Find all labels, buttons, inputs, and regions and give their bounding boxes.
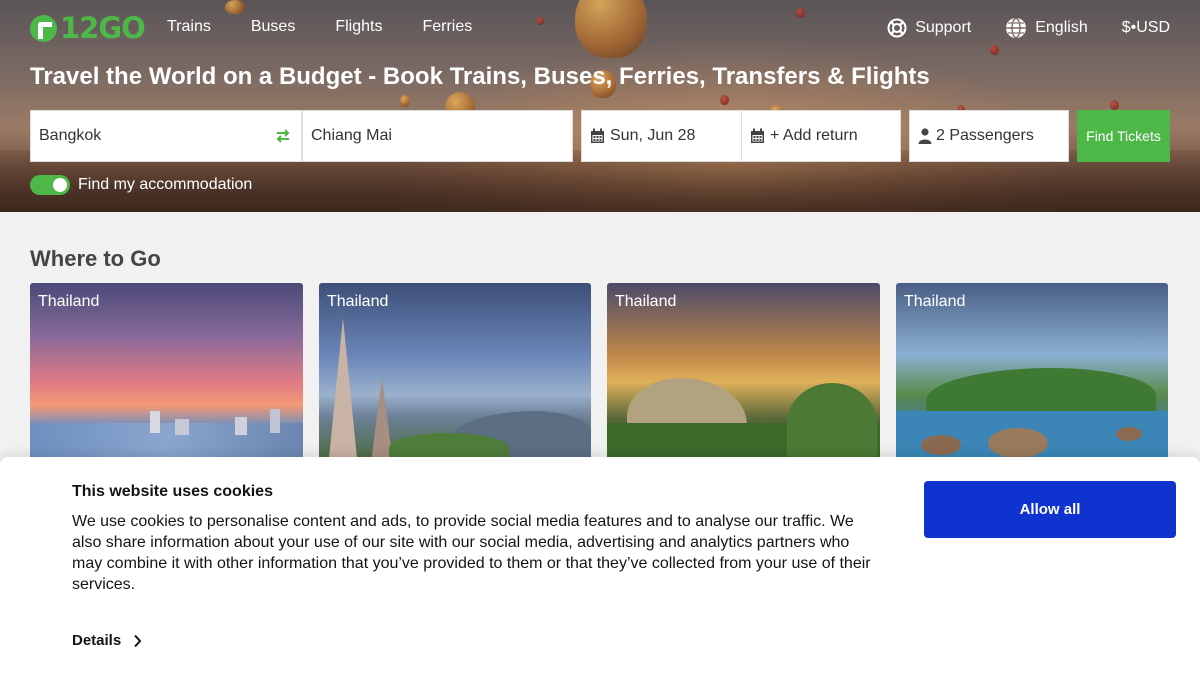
logo-text: 12GO (60, 11, 146, 45)
where-to-go-title: Where to Go (30, 246, 161, 271)
nav-trains[interactable]: Trains (167, 18, 211, 36)
support-lifebuoy-icon (887, 18, 907, 38)
destination-card[interactable]: Thailand (607, 283, 880, 463)
details-label: Details (72, 632, 122, 649)
globe-icon (1006, 17, 1027, 39)
person-icon (918, 128, 932, 144)
logo[interactable]: 12GO (30, 11, 146, 45)
to-input[interactable]: Chiang Mai (302, 110, 573, 162)
language-selector[interactable]: English (1005, 17, 1088, 39)
passengers-input[interactable]: 2 Passengers (909, 110, 1069, 162)
support-label: Support (915, 19, 972, 36)
return-date-input[interactable]: + Add return (741, 110, 901, 162)
card-country: Thailand (615, 293, 677, 310)
chevron-right-icon (134, 634, 142, 647)
date-value: Sun, Jun 28 (610, 127, 696, 144)
card-country: Thailand (904, 293, 966, 310)
main-nav: Trains Buses Flights Ferries (167, 18, 512, 36)
to-value: Chiang Mai (311, 127, 392, 144)
destination-card[interactable]: Thailand (319, 283, 591, 463)
calendar-icon (751, 128, 764, 143)
header-right: Support English $•USD (853, 17, 1170, 39)
support-link[interactable]: Support (887, 18, 971, 38)
cookie-title: This website uses cookies (72, 483, 273, 500)
logo-mark-icon (30, 14, 57, 42)
find-tickets-button[interactable]: Find Tickets (1077, 110, 1170, 162)
page-headline: Travel the World on a Budget - Book Trai… (30, 63, 930, 90)
nav-buses[interactable]: Buses (251, 18, 295, 36)
language-label: English (1035, 19, 1088, 36)
cookie-banner: This website uses cookies We use cookies… (0, 457, 1200, 675)
destination-card[interactable]: Thailand (30, 283, 303, 463)
destination-card[interactable]: Thailand (896, 283, 1168, 463)
currency-label: $•USD (1121, 19, 1170, 36)
swap-icon[interactable] (275, 128, 291, 144)
passengers-value: 2 Passengers (936, 127, 1034, 144)
date-input[interactable]: Sun, Jun 28 (581, 110, 742, 162)
card-country: Thailand (327, 293, 389, 310)
from-input[interactable]: Bangkok (30, 110, 302, 162)
calendar-icon (591, 128, 604, 143)
card-country: Thailand (38, 293, 100, 310)
allow-all-button[interactable]: Allow all (924, 481, 1176, 538)
nav-ferries[interactable]: Ferries (422, 18, 472, 36)
from-value: Bangkok (39, 127, 102, 144)
currency-selector[interactable]: $•USD (1122, 19, 1170, 37)
cookie-details-link[interactable]: Details (72, 632, 142, 649)
accommodation-toggle[interactable] (30, 175, 70, 195)
nav-flights[interactable]: Flights (335, 18, 382, 36)
return-value: + Add return (770, 127, 858, 144)
accommodation-label: Find my accommodation (78, 176, 253, 193)
cookie-text: We use cookies to personalise content an… (72, 513, 871, 593)
